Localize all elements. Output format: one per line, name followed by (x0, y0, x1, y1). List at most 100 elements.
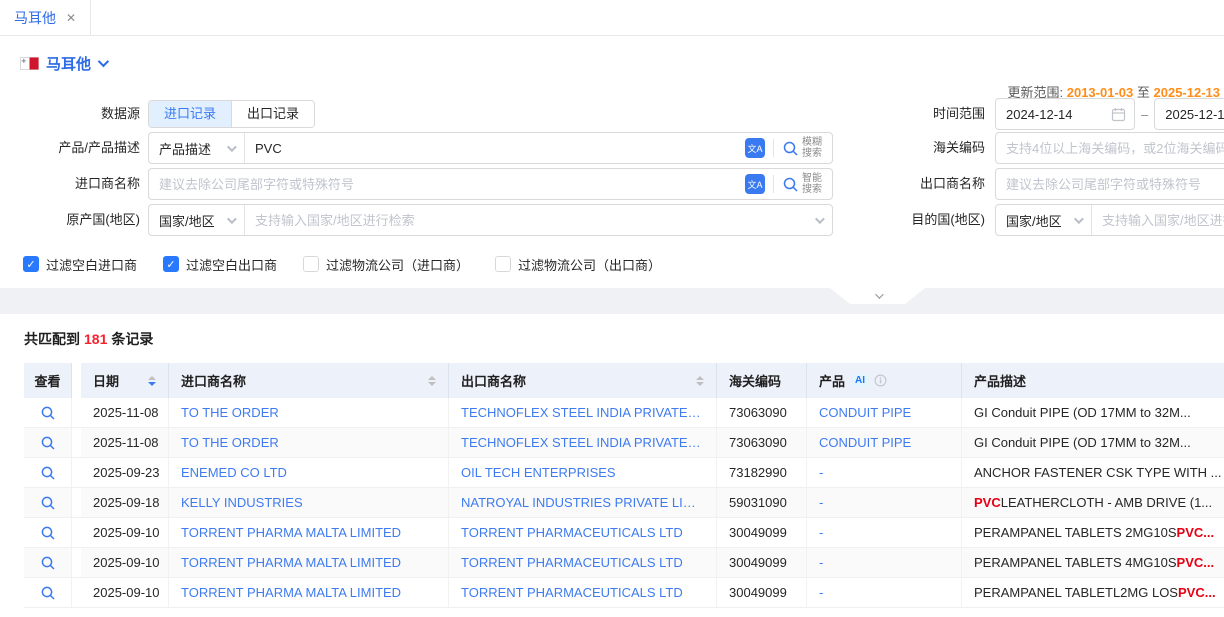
product-label: 产品/产品描述 (0, 132, 140, 164)
importer-link[interactable]: TORRENT PHARMA MALTA LIMITED (181, 585, 401, 600)
exporter-field[interactable] (996, 177, 1224, 192)
checkbox-icon[interactable] (303, 256, 319, 272)
record-description: PERAMPANEL TABLETS 2MG10S PVC... (962, 518, 1224, 547)
tab-bar: 马耳他 ✕ (0, 0, 1224, 36)
data-source-label: 数据源 (0, 100, 140, 128)
destination-type-select[interactable]: 国家/地区 (996, 205, 1092, 235)
col-importer[interactable]: 进口商名称 (169, 363, 449, 398)
tab-malta[interactable]: 马耳他 ✕ (0, 0, 91, 35)
export-records-tab[interactable]: 出口记录 (231, 101, 314, 127)
date-end-field[interactable] (1155, 107, 1224, 122)
destination-search-input[interactable] (1092, 213, 1224, 228)
table-row: 2025-11-08 TO THE ORDER TECHNOFLEX STEEL… (24, 428, 1224, 458)
date-separator: – (1141, 107, 1148, 122)
col-date[interactable]: 日期 (81, 363, 169, 398)
product-type-select[interactable]: 产品描述 (149, 133, 245, 163)
import-records-tab[interactable]: 进口记录 (149, 101, 231, 127)
exporter-input[interactable] (995, 168, 1224, 200)
col-hs-code: 海关编码 (717, 363, 807, 398)
filter-checkbox[interactable]: 过滤物流公司（出口商） (495, 255, 661, 274)
view-record-button[interactable] (24, 548, 72, 577)
chevron-down-icon[interactable] (98, 56, 109, 67)
date-start-field[interactable] (996, 107, 1111, 122)
hs-code-field[interactable] (996, 141, 1224, 156)
record-hs-code: 30049099 (717, 518, 807, 547)
date-start-input[interactable] (995, 98, 1135, 130)
fuzzy-search-button[interactable]: 模糊 搜索 (782, 137, 832, 159)
col-exporter[interactable]: 出口商名称 (449, 363, 717, 398)
checkbox-icon[interactable]: ✓ (163, 256, 179, 272)
view-record-button[interactable] (24, 518, 72, 547)
origin-search-input[interactable] (245, 213, 815, 228)
country-name: 马耳他 (46, 53, 91, 74)
table-row: 2025-09-10 TORRENT PHARMA MALTA LIMITED … (24, 518, 1224, 548)
record-description: GI Conduit PIPE (OD 17MM to 32M... (962, 398, 1224, 427)
exporter-link[interactable]: TORRENT PHARMACEUTICALS LTD (461, 525, 683, 540)
country-header[interactable]: 马耳他 (20, 50, 1224, 76)
filter-row-datasource: 数据源 进口记录 出口记录 时间范围 – (0, 100, 1224, 128)
view-record-button[interactable] (24, 488, 72, 517)
record-description: PVC LEATHERCLOTH - AMB DRIVE (1... (962, 488, 1224, 517)
product-search-input[interactable] (245, 141, 745, 156)
col-view: 查看 (24, 363, 72, 398)
filter-row-importer: 进口商名称 文A 智能 搜索 出口商名称 (0, 168, 1224, 200)
filter-checkbox[interactable]: ✓ 过滤空白进口商 (23, 255, 137, 274)
date-end-input[interactable] (1154, 98, 1224, 130)
translate-icon[interactable]: 文A (745, 174, 765, 194)
exporter-link[interactable]: OIL TECH ENTERPRISES (461, 465, 616, 480)
view-record-button[interactable] (24, 428, 72, 457)
sort-icons[interactable] (696, 376, 704, 386)
col-description: 产品描述 (962, 363, 1224, 398)
checkbox-icon[interactable] (495, 256, 511, 272)
translate-icon[interactable]: 文A (745, 138, 765, 158)
exporter-link[interactable]: TECHNOFLEX STEEL INDIA PRIVATE LIMITED (461, 435, 704, 450)
view-record-button[interactable] (24, 578, 72, 607)
exporter-link[interactable]: TECHNOFLEX STEEL INDIA PRIVATE LIMITED (461, 405, 704, 420)
record-date: 2025-11-08 (81, 428, 169, 457)
importer-link[interactable]: TO THE ORDER (181, 405, 279, 420)
view-record-button[interactable] (24, 398, 72, 427)
magnifier-icon (40, 555, 56, 571)
chevron-down-icon (815, 214, 825, 224)
search-icon (782, 176, 799, 193)
sort-icons[interactable] (428, 376, 436, 386)
product-link: - (819, 495, 823, 510)
importer-link[interactable]: ENEMED CO LTD (181, 465, 287, 480)
close-icon[interactable]: ✕ (66, 11, 76, 25)
origin-type-select[interactable]: 国家/地区 (149, 205, 245, 235)
checkbox-label: 过滤空白进口商 (46, 255, 137, 274)
panel-band (0, 288, 1224, 314)
chevron-down-icon (1074, 214, 1084, 224)
table-body: 2025-11-08 TO THE ORDER TECHNOFLEX STEEL… (24, 398, 1224, 608)
info-icon[interactable] (874, 374, 887, 387)
importer-link[interactable]: TORRENT PHARMA MALTA LIMITED (181, 525, 401, 540)
hs-code-label: 海关编码 (845, 132, 985, 164)
product-link[interactable]: CONDUIT PIPE (819, 405, 911, 420)
table-row: 2025-09-10 TORRENT PHARMA MALTA LIMITED … (24, 578, 1224, 608)
magnifier-icon (40, 465, 56, 481)
record-hs-code: 59031090 (717, 488, 807, 517)
exporter-link[interactable]: TORRENT PHARMACEUTICALS LTD (461, 555, 683, 570)
product-link: - (819, 585, 823, 600)
importer-search-input[interactable] (149, 177, 745, 192)
filter-checkbox[interactable]: ✓ 过滤空白出口商 (163, 255, 277, 274)
record-description: GI Conduit PIPE (OD 17MM to 32M... (962, 428, 1224, 457)
magnifier-icon (40, 405, 56, 421)
hs-code-input[interactable] (995, 132, 1224, 164)
sort-icons[interactable] (148, 376, 156, 386)
exporter-link[interactable]: TORRENT PHARMACEUTICALS LTD (461, 585, 683, 600)
smart-search-button[interactable]: 智能 搜索 (782, 173, 832, 195)
collapse-filters-button[interactable] (830, 288, 925, 304)
filter-row-origin: 原产国(地区) 国家/地区 目的国(地区) 国家/地区 (0, 204, 1224, 236)
filter-checkbox[interactable]: 过滤物流公司（进口商） (303, 255, 469, 274)
product-link[interactable]: CONDUIT PIPE (819, 435, 911, 450)
importer-link[interactable]: TO THE ORDER (181, 435, 279, 450)
exporter-link[interactable]: NATROYAL INDUSTRIES PRIVATE LIMITED (461, 495, 704, 510)
checkbox-icon[interactable]: ✓ (23, 256, 39, 272)
record-date: 2025-09-10 (81, 578, 169, 607)
view-record-button[interactable] (24, 458, 72, 487)
importer-link[interactable]: TORRENT PHARMA MALTA LIMITED (181, 555, 401, 570)
record-description: ANCHOR FASTENER CSK TYPE WITH ... (962, 458, 1224, 487)
importer-link[interactable]: KELLY INDUSTRIES (181, 495, 303, 510)
table-row: 2025-11-08 TO THE ORDER TECHNOFLEX STEEL… (24, 398, 1224, 428)
